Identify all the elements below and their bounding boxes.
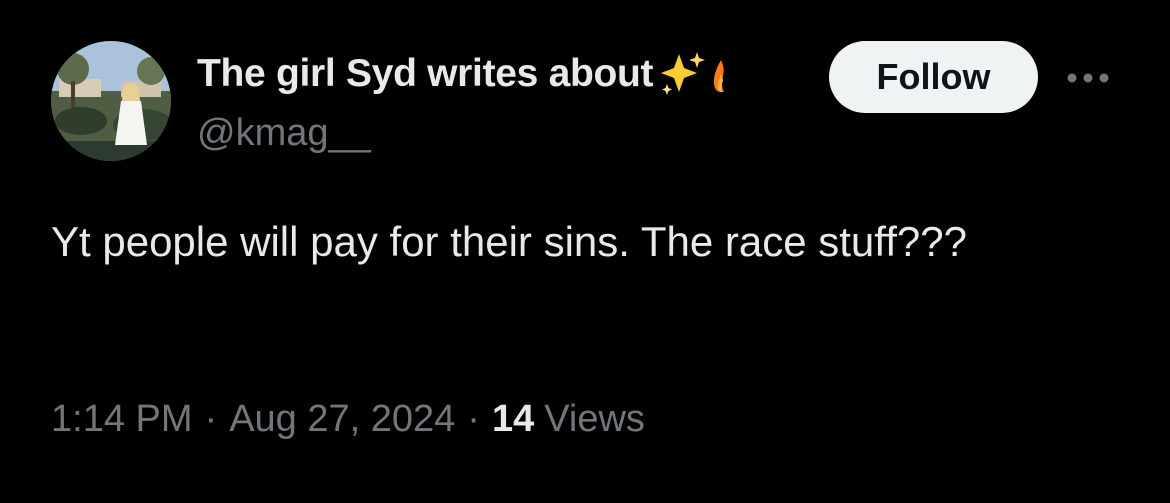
tweet-time[interactable]: 1:14 PM bbox=[51, 398, 193, 441]
meta-separator: · bbox=[204, 398, 218, 440]
flame-icon bbox=[711, 54, 727, 94]
views-count[interactable]: 14 bbox=[492, 398, 534, 441]
author-display-name[interactable]: The girl Syd writes about bbox=[197, 52, 654, 96]
tweet-card: The girl Syd writes about @kmag__ Follow… bbox=[0, 0, 1170, 503]
views-label[interactable]: Views bbox=[544, 398, 645, 441]
tweet-text: Yt people will pay for their sins. The r… bbox=[51, 218, 967, 265]
avatar-photo bbox=[51, 41, 171, 161]
tweet-metadata: 1:14 PM · Aug 27, 2024 · 14 Views bbox=[51, 398, 645, 441]
author-name-row: The girl Syd writes about bbox=[197, 46, 727, 102]
sparkles-icon bbox=[657, 50, 707, 98]
follow-button[interactable]: Follow bbox=[829, 41, 1038, 113]
author-handle[interactable]: @kmag__ bbox=[197, 112, 371, 155]
tweet-date[interactable]: Aug 27, 2024 bbox=[229, 398, 455, 441]
more-options-icon[interactable] bbox=[1063, 60, 1113, 96]
meta-separator: · bbox=[467, 398, 480, 440]
avatar[interactable] bbox=[51, 41, 171, 161]
